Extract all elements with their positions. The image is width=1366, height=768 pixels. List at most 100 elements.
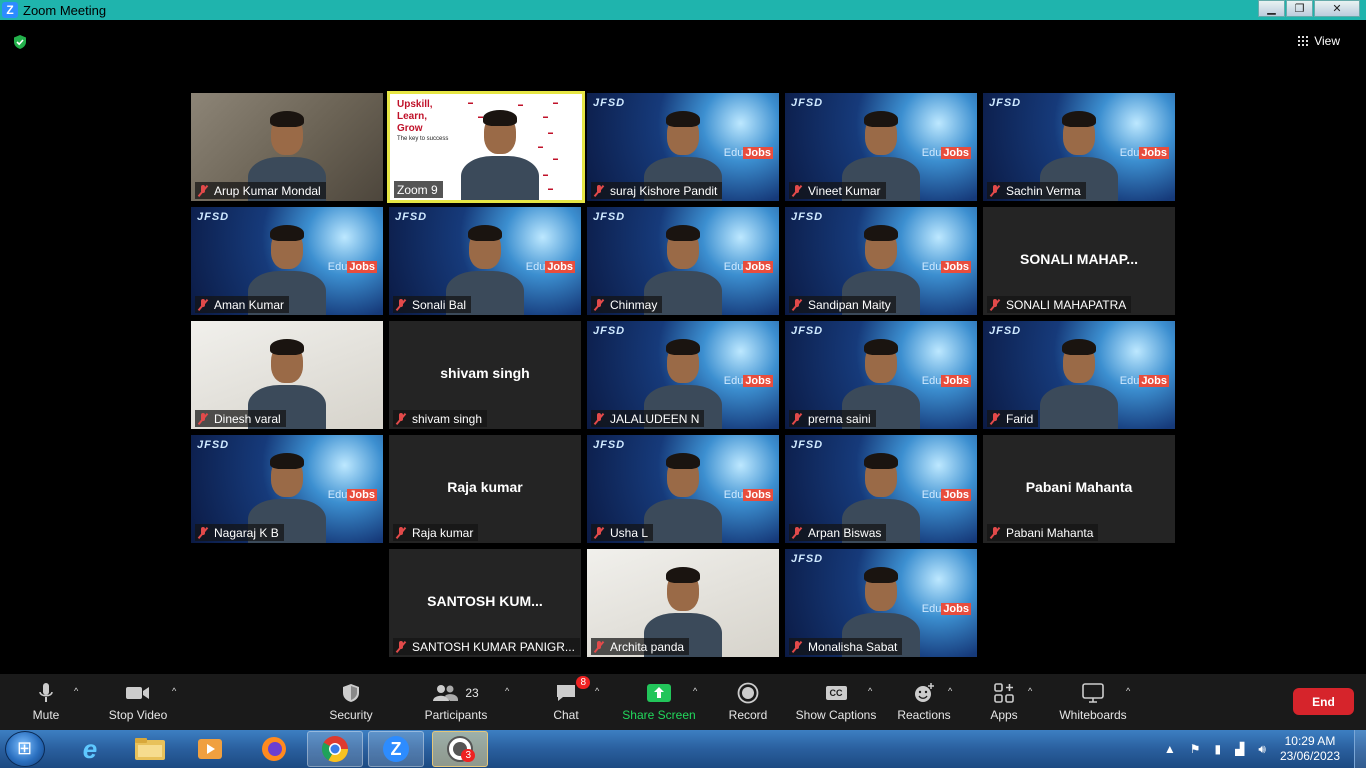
microphone-muted-icon bbox=[198, 184, 208, 197]
participant-name: Nagaraj K B bbox=[214, 525, 279, 540]
participant-name: suraj Kishore Pandit bbox=[610, 183, 718, 198]
participant-tile[interactable]: JFSD Edu Jobs prerna saini bbox=[785, 321, 977, 429]
participant-name-tag: shivam singh bbox=[393, 410, 488, 427]
grid-view-icon bbox=[1298, 36, 1309, 46]
security-label: Security bbox=[329, 708, 373, 722]
participant-tile[interactable]: JFSD Edu Jobs Sachin Verma bbox=[983, 93, 1175, 201]
view-button[interactable]: View bbox=[1298, 34, 1340, 48]
record-icon bbox=[737, 682, 759, 704]
participant-tile[interactable]: JFSD Edu Jobs Vineet Kumar bbox=[785, 93, 977, 201]
mute-button[interactable]: Mute bbox=[22, 682, 70, 722]
participant-tile[interactable]: Archita panda bbox=[587, 549, 779, 657]
start-button[interactable] bbox=[5, 731, 45, 767]
participant-tile[interactable]: Dinesh varal bbox=[191, 321, 383, 429]
reactions-options-caret[interactable]: ^ bbox=[948, 686, 952, 696]
participant-tile[interactable]: JFSD Edu Jobs Arpan Biswas bbox=[785, 435, 977, 543]
participant-name-tag: Vineet Kumar bbox=[789, 182, 886, 199]
encryption-shield-icon[interactable] bbox=[12, 34, 28, 50]
share-screen-button[interactable]: Share Screen bbox=[622, 682, 696, 722]
stop-video-button[interactable]: Stop Video bbox=[104, 682, 172, 722]
captions-options-caret[interactable]: ^ bbox=[868, 686, 872, 696]
participant-tile[interactable]: JFSD Edu Jobs Sonali Bal bbox=[389, 207, 581, 315]
participant-tile[interactable]: JFSD Edu Jobs Monalisha Sabat bbox=[785, 549, 977, 657]
participants-button[interactable]: 23 Participants bbox=[424, 682, 488, 722]
network-signal-icon[interactable]: ▟ bbox=[1235, 742, 1244, 756]
participant-tile[interactable]: JFSD Edu Jobs Nagaraj K B bbox=[191, 435, 383, 543]
participant-name-tag: prerna saini bbox=[789, 410, 876, 427]
virtual-background-logo: JFSD bbox=[791, 553, 824, 565]
virtual-background-brand: Edu Jobs bbox=[327, 261, 377, 273]
clock[interactable]: 10:29 AM 23/06/2023 bbox=[1280, 734, 1340, 764]
participant-display-name: shivam singh bbox=[440, 365, 530, 381]
participant-tile[interactable]: SONALI MAHAP... SONALI MAHAPATRA bbox=[983, 207, 1175, 315]
show-captions-button[interactable]: CC Show Captions bbox=[794, 682, 878, 722]
participant-tile[interactable]: JFSD Edu Jobs Chinmay bbox=[587, 207, 779, 315]
volume-icon[interactable]: 🔊︎ bbox=[1258, 742, 1266, 757]
participants-options-caret[interactable]: ^ bbox=[505, 686, 509, 696]
participant-tile[interactable]: JFSD Edu Jobs Sandipan Maity bbox=[785, 207, 977, 315]
show-hidden-icons-icon[interactable]: ▲ bbox=[1164, 742, 1176, 756]
participant-tile[interactable]: Pabani Mahanta Pabani Mahanta bbox=[983, 435, 1175, 543]
reactions-button[interactable]: Reactions bbox=[896, 682, 952, 722]
window-title-bar: Z Zoom Meeting ▁ ❐ ✕ bbox=[0, 0, 1366, 20]
zoom-app-icon[interactable]: Z bbox=[368, 731, 424, 767]
system-tray: ▲ ⚑ ▮ ▟ 🔊︎ 10:29 AM 23/06/2023 bbox=[1164, 734, 1340, 764]
firefox-icon[interactable] bbox=[246, 731, 302, 767]
participant-tile[interactable]: JFSD Edu Jobs JALALUDEEN N bbox=[587, 321, 779, 429]
virtual-background-logo: JFSD bbox=[791, 325, 824, 337]
minimize-button[interactable]: ▁ bbox=[1258, 0, 1285, 17]
participant-name-tag: Aman Kumar bbox=[195, 296, 290, 313]
participant-name: SONALI MAHAPATRA bbox=[1006, 297, 1127, 312]
security-button[interactable]: Security bbox=[326, 682, 376, 722]
whiteboards-label: Whiteboards bbox=[1059, 708, 1127, 722]
record-button[interactable]: Record bbox=[726, 682, 770, 722]
microphone-muted-icon bbox=[198, 412, 208, 425]
participant-figure bbox=[460, 104, 539, 200]
view-label: View bbox=[1314, 34, 1340, 48]
participant-tile[interactable]: Arup Kumar Mondal bbox=[191, 93, 383, 201]
maximize-button[interactable]: ❐ bbox=[1286, 0, 1313, 17]
participant-tile[interactable]: JFSD Edu Jobs Farid bbox=[983, 321, 1175, 429]
participant-name-tag: Zoom 9 bbox=[394, 181, 443, 198]
participant-tile[interactable]: SANTOSH KUM... SANTOSH KUMAR PANIGR... bbox=[389, 549, 581, 657]
share-options-caret[interactable]: ^ bbox=[693, 686, 697, 696]
participant-tile[interactable]: JFSD Edu Jobs Usha L bbox=[587, 435, 779, 543]
chat-options-caret[interactable]: ^ bbox=[595, 686, 599, 696]
virtual-background-logo: JFSD bbox=[593, 97, 626, 109]
internet-explorer-icon[interactable]: e bbox=[62, 731, 118, 767]
apps-options-caret[interactable]: ^ bbox=[1028, 686, 1032, 696]
participant-tile[interactable]: JFSD Edu Jobs suraj Kishore Pandit bbox=[587, 93, 779, 201]
participant-tile[interactable]: JFSD Edu Jobs Aman Kumar bbox=[191, 207, 383, 315]
participant-tile[interactable]: shivam singh shivam singh bbox=[389, 321, 581, 429]
participant-tile[interactable]: Upskill, Learn, Grow The key to success ▬ ▬ ▬ ▬… bbox=[387, 91, 585, 203]
whiteboards-button[interactable]: Whiteboards bbox=[1056, 682, 1130, 722]
zoom-logo-icon: Z bbox=[2, 2, 18, 18]
close-button[interactable]: ✕ bbox=[1314, 0, 1360, 17]
virtual-background-logo: JFSD bbox=[791, 97, 824, 109]
show-desktop-button[interactable] bbox=[1354, 730, 1366, 768]
end-meeting-button[interactable]: End bbox=[1293, 688, 1354, 715]
participant-name-tag: Pabani Mahanta bbox=[987, 524, 1099, 541]
participant-name-tag: Chinmay bbox=[591, 296, 663, 313]
video-options-caret[interactable]: ^ bbox=[172, 686, 176, 696]
participant-name-tag: Sandipan Maity bbox=[789, 296, 896, 313]
action-center-flag-icon[interactable]: ⚑ bbox=[1190, 742, 1201, 756]
participant-tile[interactable]: Raja kumar Raja kumar bbox=[389, 435, 581, 543]
chrome-icon[interactable] bbox=[307, 731, 363, 767]
participant-name-tag: Dinesh varal bbox=[195, 410, 286, 427]
virtual-background-logo: JFSD bbox=[593, 439, 626, 451]
virtual-background-logo: JFSD bbox=[791, 439, 824, 451]
chat-button[interactable]: 8 Chat bbox=[550, 676, 590, 722]
microphone-muted-icon bbox=[396, 640, 406, 653]
stop-video-label: Stop Video bbox=[108, 708, 168, 722]
media-player-icon[interactable] bbox=[182, 731, 238, 767]
battery-icon[interactable]: ▮ bbox=[1215, 742, 1222, 756]
whatsapp-icon[interactable]: 3 bbox=[432, 731, 488, 767]
shared-slide-subtitle: The key to success bbox=[397, 136, 449, 142]
file-explorer-icon[interactable] bbox=[122, 731, 178, 767]
clock-date: 23/06/2023 bbox=[1279, 749, 1340, 763]
apps-button[interactable]: Apps bbox=[984, 682, 1024, 722]
whiteboards-options-caret[interactable]: ^ bbox=[1126, 686, 1130, 696]
mute-options-caret[interactable]: ^ bbox=[74, 686, 78, 696]
microphone-muted-icon bbox=[594, 640, 604, 653]
